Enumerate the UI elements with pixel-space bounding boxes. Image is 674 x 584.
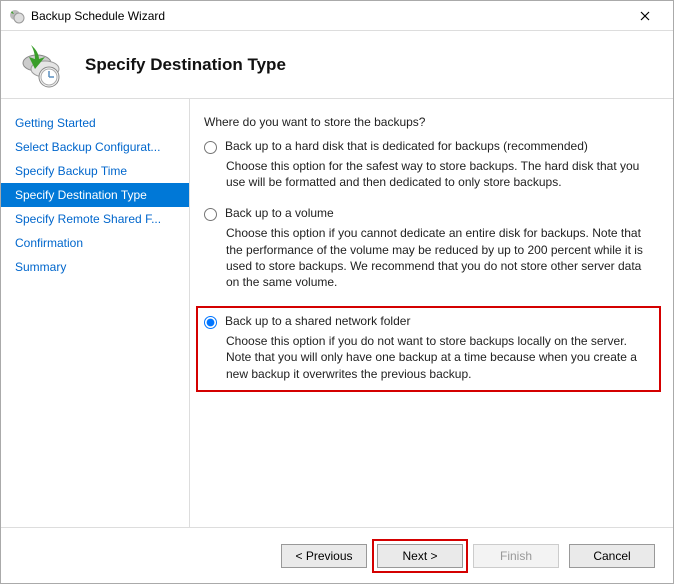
sidebar-item-confirmation[interactable]: Confirmation <box>1 231 189 255</box>
sidebar-item-summary[interactable]: Summary <box>1 255 189 279</box>
radio-network-folder[interactable] <box>204 316 217 329</box>
titlebar: Backup Schedule Wizard <box>1 1 673 31</box>
window-title: Backup Schedule Wizard <box>31 9 625 23</box>
content-pane: Where do you want to store the backups? … <box>190 99 673 527</box>
option-volume-desc: Choose this option if you cannot dedicat… <box>226 225 655 290</box>
close-button[interactable] <box>625 2 665 30</box>
option-hard-disk-desc: Choose this option for the safest way to… <box>226 158 655 190</box>
radio-volume[interactable] <box>204 208 217 221</box>
page-title: Specify Destination Type <box>85 55 286 75</box>
question-text: Where do you want to store the backups? <box>204 115 655 129</box>
next-button[interactable]: Next > <box>377 544 463 568</box>
sidebar-item-specify-backup-time[interactable]: Specify Backup Time <box>1 159 189 183</box>
finish-button: Finish <box>473 544 559 568</box>
wizard-header: Specify Destination Type <box>1 31 673 99</box>
previous-button[interactable]: < Previous <box>281 544 367 568</box>
option-volume-label: Back up to a volume <box>225 206 334 220</box>
sidebar-item-specify-remote-shared[interactable]: Specify Remote Shared F... <box>1 207 189 231</box>
footer: < Previous Next > Finish Cancel <box>1 527 673 583</box>
sidebar: Getting Started Select Backup Configurat… <box>1 99 190 527</box>
option-network-folder-desc: Choose this option if you do not want to… <box>226 333 653 382</box>
option-network-highlight: Back up to a shared network folder Choos… <box>196 306 661 392</box>
option-volume[interactable]: Back up to a volume <box>204 206 655 221</box>
wizard-body: Getting Started Select Backup Configurat… <box>1 99 673 527</box>
option-network-folder-label: Back up to a shared network folder <box>225 314 410 328</box>
app-icon <box>9 8 25 24</box>
option-hard-disk-label: Back up to a hard disk that is dedicated… <box>225 139 588 153</box>
cancel-button[interactable]: Cancel <box>569 544 655 568</box>
sidebar-item-specify-destination-type[interactable]: Specify Destination Type <box>1 183 189 207</box>
wizard-window: Backup Schedule Wizard Specify Destinati… <box>0 0 674 584</box>
wizard-header-icon <box>17 41 65 89</box>
option-hard-disk[interactable]: Back up to a hard disk that is dedicated… <box>204 139 655 154</box>
option-network-folder[interactable]: Back up to a shared network folder <box>204 314 653 329</box>
radio-hard-disk[interactable] <box>204 141 217 154</box>
sidebar-item-getting-started[interactable]: Getting Started <box>1 111 189 135</box>
sidebar-item-select-backup-config[interactable]: Select Backup Configurat... <box>1 135 189 159</box>
